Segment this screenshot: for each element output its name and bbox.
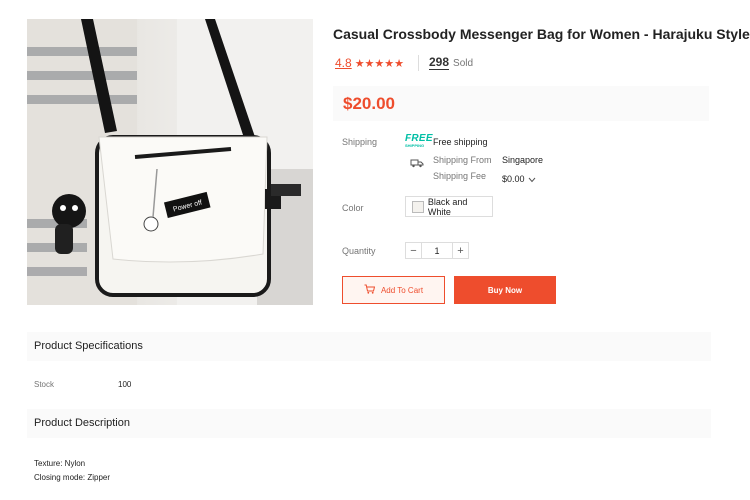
specifications-header: Product Specifications (27, 332, 711, 361)
quantity-label: Quantity (342, 246, 376, 256)
quantity-stepper: − 1 + (405, 242, 469, 259)
shipping-fee-dropdown[interactable]: $0.00 (502, 170, 536, 188)
free-badge-top: FREE (405, 133, 433, 144)
truck-icon (410, 155, 424, 168)
product-price: $20.00 (343, 94, 395, 113)
shipping-from-value: Singapore (502, 155, 544, 165)
chevron-down-icon (528, 170, 536, 188)
shipping-fee-label: Shipping Fee (433, 171, 487, 181)
free-shipping-text: Free shipping (433, 137, 488, 147)
color-thumbnail-icon (412, 200, 424, 213)
shipping-fee-value: $0.00 (502, 174, 525, 184)
rating-value[interactable]: 4.8 (335, 56, 352, 70)
buy-now-button[interactable]: Buy Now (454, 276, 556, 304)
color-option[interactable]: Black and White (405, 196, 493, 217)
specifications-title: Product Specifications (34, 340, 143, 352)
color-option-label: Black and White (427, 196, 468, 217)
star-rating-icon: ★★★★★ (354, 57, 404, 70)
add-to-cart-label: Add To Cart (380, 285, 424, 295)
quantity-input[interactable]: 1 (422, 242, 452, 259)
description-title: Product Description (34, 417, 130, 429)
divider (418, 55, 419, 71)
sold-label: Sold (453, 57, 474, 69)
cart-plus-icon (364, 284, 376, 296)
quantity-increase-button[interactable]: + (452, 242, 469, 259)
product-image[interactable]: Power off (27, 19, 313, 305)
shipping-label: Shipping (342, 137, 378, 147)
quantity-decrease-button[interactable]: − (405, 242, 422, 259)
description-line: Texture: Nylon (34, 459, 86, 468)
product-title: Casual Crossbody Messenger Bag for Women… (333, 26, 750, 42)
add-to-cart-button[interactable]: Add To Cart (342, 276, 445, 304)
spec-value-stock: 100 (118, 380, 132, 389)
description-header: Product Description (27, 409, 711, 438)
crossbody-bag-photo: Power off (27, 19, 313, 305)
color-label: Color (342, 203, 364, 213)
description-line: Closing mode: Zipper (34, 473, 111, 482)
spec-label-stock: Stock (34, 380, 55, 389)
sold-count: 298 (429, 55, 450, 70)
rating-row: 4.8 ★★★★★ 298 Sold (335, 55, 473, 71)
free-shipping-icon: FREE SHIPPING (405, 133, 433, 149)
shipping-from-label: Shipping From (433, 155, 492, 165)
